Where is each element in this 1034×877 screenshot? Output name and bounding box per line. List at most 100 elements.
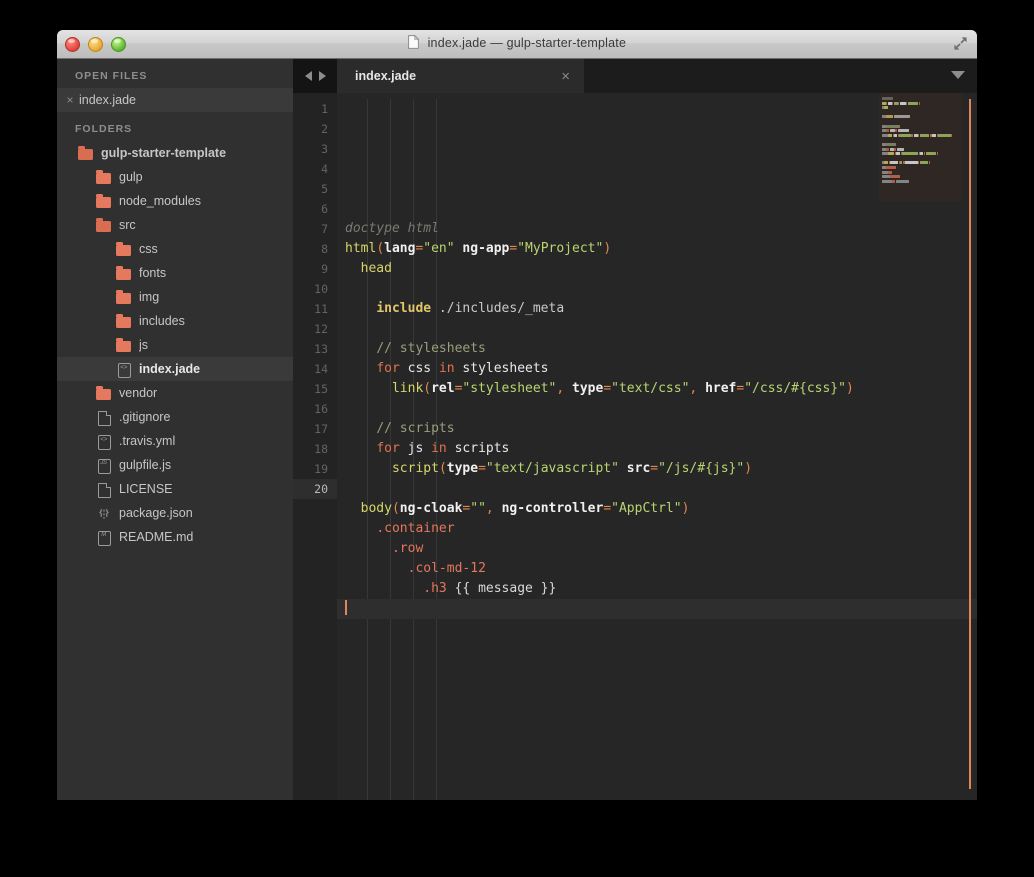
line-number: 18 (293, 439, 337, 459)
code-token (345, 461, 392, 476)
close-icon[interactable]: × (63, 94, 77, 106)
tree-item-license[interactable]: LICENSE (57, 477, 293, 501)
code-token (345, 301, 376, 316)
tree-item-vendor[interactable]: vendor (57, 381, 293, 405)
minimap-line (882, 115, 960, 118)
code-token: ng-cloak (400, 501, 463, 516)
minimap-line (882, 161, 960, 164)
code-token: "text/javascript" (486, 461, 619, 476)
markdown-file-icon: M (95, 530, 112, 545)
folder-icon (115, 290, 132, 305)
code-file-glyph: <> (95, 436, 112, 443)
code-file-glyph: <> (115, 364, 132, 371)
code-line[interactable] (337, 479, 977, 499)
tree-item-css[interactable]: css (57, 237, 293, 261)
tab-nav-arrows[interactable] (293, 59, 337, 93)
open-file-item-index-jade[interactable]: × index.jade (57, 88, 293, 112)
tab-index-jade[interactable]: index.jade × (337, 59, 584, 93)
folder-icon (115, 242, 132, 257)
tree-item-js[interactable]: js (57, 333, 293, 357)
tree-item-label: js (139, 338, 148, 352)
tree-item-label: .travis.yml (119, 434, 175, 448)
tree-item-gulp-starter-template[interactable]: gulp-starter-template (57, 141, 293, 165)
arrow-left-icon[interactable] (305, 71, 312, 81)
code-line[interactable]: .col-md-12 (337, 559, 977, 579)
minimap-line (882, 157, 960, 160)
folders-header: FOLDERS (57, 112, 293, 141)
folder-icon (115, 314, 132, 329)
code-line[interactable]: html(lang="en" ng-app="MyProject") (337, 239, 977, 259)
code-line[interactable]: script(type="text/javascript" src="/js/#… (337, 459, 977, 479)
code-token (345, 381, 392, 396)
tree-item-img[interactable]: img (57, 285, 293, 309)
code-token: // stylesheets (376, 341, 486, 356)
json-braces-glyph (98, 508, 110, 520)
code-token (345, 421, 376, 436)
chevron-down-icon[interactable] (951, 71, 965, 79)
code-token: , (689, 381, 705, 396)
code-line[interactable]: include ./includes/_meta (337, 299, 977, 319)
code-token: "/js/#{js}" (658, 461, 744, 476)
tree-item-label: fonts (139, 266, 166, 280)
code-token: ( (439, 461, 447, 476)
code-token: in (431, 441, 447, 456)
code-line[interactable]: .container (337, 519, 977, 539)
code-token: scripts (447, 441, 510, 456)
minimap-line (882, 184, 960, 187)
code-line[interactable]: .row (337, 539, 977, 559)
fullscreen-arrows-icon[interactable] (953, 36, 968, 51)
tree-item-src[interactable]: src (57, 213, 293, 237)
tree-item-package-json[interactable]: package.json (57, 501, 293, 525)
vertical-scrollbar[interactable] (969, 99, 971, 789)
minimap-line (882, 171, 960, 174)
code-line[interactable] (337, 279, 977, 299)
tree-item-index-jade[interactable]: <> index.jade (57, 357, 293, 381)
minimap-line (882, 166, 960, 169)
arrow-right-icon[interactable] (319, 71, 326, 81)
code-line[interactable]: link(rel="stylesheet", type="text/css", … (337, 379, 977, 399)
tree-item-readme-md[interactable]: M README.md (57, 525, 293, 549)
code-token: ng-app (462, 241, 509, 256)
json-file-icon (95, 506, 112, 521)
code-line[interactable] (337, 399, 977, 419)
code-token (345, 541, 392, 556)
code-line[interactable] (337, 319, 977, 339)
close-icon[interactable]: × (561, 68, 570, 85)
minimap-line (882, 175, 960, 178)
code-line[interactable]: // scripts (337, 419, 977, 439)
tree-item-label: index.jade (139, 362, 200, 376)
code-token: .col-md-12 (408, 561, 486, 576)
sidebar: OPEN FILES × index.jade FOLDERS gulp-sta… (57, 59, 293, 800)
minimap-line (882, 125, 960, 128)
line-number: 7 (293, 219, 337, 239)
tree-item-gulpfile-js[interactable]: JS gulpfile.js (57, 453, 293, 477)
code-line[interactable]: for css in stylesheets (337, 359, 977, 379)
code-token: "MyProject" (517, 241, 603, 256)
code-line[interactable]: .h3 {{ message }} (337, 579, 977, 599)
code-line[interactable]: doctype html (337, 219, 977, 239)
tree-item-includes[interactable]: includes (57, 309, 293, 333)
tree-item-fonts[interactable]: fonts (57, 261, 293, 285)
tree-item-travis-yml[interactable]: <> .travis.yml (57, 429, 293, 453)
code-line[interactable]: for js in scripts (337, 439, 977, 459)
tree-item-node-modules[interactable]: node_modules (57, 189, 293, 213)
code-line[interactable]: body(ng-cloak="", ng-controller="AppCtrl… (337, 499, 977, 519)
minimap-line (882, 97, 960, 100)
text-cursor (345, 600, 347, 615)
line-number: 6 (293, 199, 337, 219)
tree-item-label: vendor (119, 386, 157, 400)
minimap-line (882, 134, 960, 137)
tree-item-gitignore[interactable]: .gitignore (57, 405, 293, 429)
code-line[interactable] (337, 599, 977, 619)
code-line[interactable]: head (337, 259, 977, 279)
code-file-icon: <> (115, 362, 132, 377)
line-number: 20 (293, 479, 337, 499)
code-token: = (650, 461, 658, 476)
tab-bar: index.jade × (293, 59, 977, 93)
minimap[interactable] (879, 93, 963, 201)
code-token: for (376, 441, 399, 456)
code-token: "text/css" (611, 381, 689, 396)
code-line[interactable]: // stylesheets (337, 339, 977, 359)
tree-item-gulp[interactable]: gulp (57, 165, 293, 189)
tree-item-label: src (119, 218, 136, 232)
